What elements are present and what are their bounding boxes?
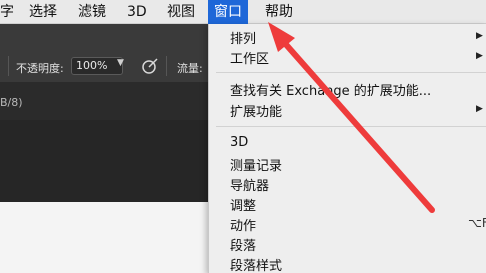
menu-item-extensions[interactable]: 扩展功能 xyxy=(230,101,282,120)
airbrush-icon[interactable] xyxy=(140,56,160,76)
menu-item-actions[interactable]: 动作 xyxy=(230,215,256,234)
menu-item-find-extensions[interactable]: 查找有关 Exchange 的扩展功能... xyxy=(230,80,431,99)
menu-view[interactable]: 视图 xyxy=(167,0,195,24)
submenu-arrow-icon: ▶ xyxy=(476,51,483,61)
opacity-select[interactable]: 100% xyxy=(71,57,123,75)
submenu-arrow-icon: ▶ xyxy=(476,104,483,114)
opacity-label: 不透明度: xyxy=(16,62,64,75)
menu-item-arrange[interactable]: 排列 xyxy=(230,28,256,47)
options-divider xyxy=(8,56,9,76)
menu-item-3d[interactable]: 3D xyxy=(230,135,248,150)
menu-item-measurement-log[interactable]: 测量记录 xyxy=(230,155,282,174)
menu-item-workspace[interactable]: 工作区 xyxy=(230,48,269,67)
menu-shortcut: ⌥F xyxy=(468,216,486,230)
opacity-value: 100% xyxy=(76,59,108,72)
menu-bar: 字 选择 滤镜 3D 视图 窗口 帮助 xyxy=(0,0,486,24)
options-divider xyxy=(166,56,167,76)
document-tab-title[interactable]: B/8) xyxy=(0,96,23,109)
workspace-background xyxy=(0,120,210,202)
menu-item-navigator[interactable]: 导航器 xyxy=(230,175,269,194)
menu-item-adjustments[interactable]: 调整 xyxy=(230,195,256,214)
menu-filter[interactable]: 滤镜 xyxy=(78,0,106,24)
submenu-arrow-icon: ▶ xyxy=(476,31,483,41)
chevron-down-icon[interactable]: ▼ xyxy=(117,58,124,68)
menu-window[interactable]: 窗口 xyxy=(208,0,248,24)
menu-separator xyxy=(216,126,486,127)
flow-label: 流量: xyxy=(177,62,203,75)
menu-item-paragraph-styles[interactable]: 段落样式 xyxy=(230,255,282,273)
menu-type[interactable]: 字 xyxy=(0,0,14,24)
menu-separator xyxy=(216,72,486,73)
menu-help[interactable]: 帮助 xyxy=(265,0,293,24)
menu-item-paragraph[interactable]: 段落 xyxy=(230,235,256,254)
menu-3d[interactable]: 3D xyxy=(127,0,147,24)
document-canvas[interactable] xyxy=(0,202,210,273)
menu-select[interactable]: 选择 xyxy=(29,0,57,24)
